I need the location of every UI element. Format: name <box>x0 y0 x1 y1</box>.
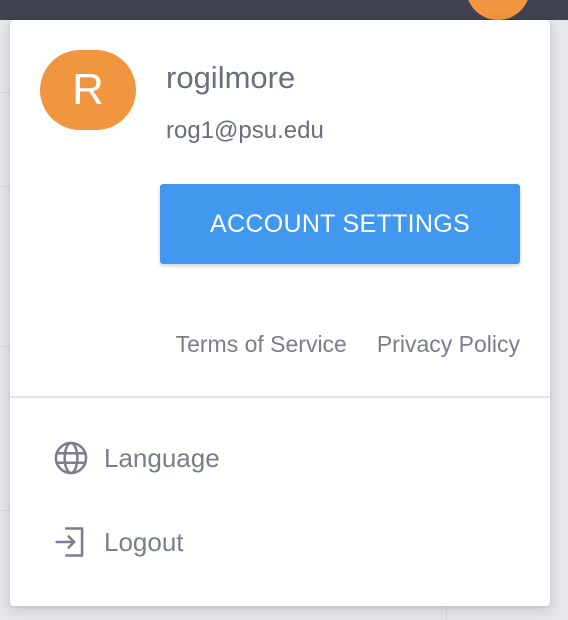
menu-divider <box>10 396 550 398</box>
account-settings-button[interactable]: ACCOUNT SETTINGS <box>160 184 520 264</box>
menu-item-language[interactable]: Language <box>52 433 352 483</box>
username: rogilmore <box>166 60 296 95</box>
terms-of-service-link[interactable]: Terms of Service <box>176 331 347 358</box>
user-email: rog1@psu.edu <box>166 117 324 144</box>
user-avatar: R <box>40 50 136 130</box>
logout-icon <box>55 527 84 557</box>
legal-links: Terms of Service Privacy Policy <box>176 331 520 358</box>
privacy-policy-link[interactable]: Privacy Policy <box>377 331 520 358</box>
menu-item-logout[interactable]: Logout <box>52 517 352 567</box>
user-initial: R <box>72 65 104 114</box>
menu-item-label: Logout <box>104 526 184 557</box>
menu-item-label: Language <box>104 442 220 473</box>
account-menu: R rogilmore rog1@psu.edu ACCOUNT SETTING… <box>10 20 550 606</box>
globe-icon <box>54 441 88 475</box>
